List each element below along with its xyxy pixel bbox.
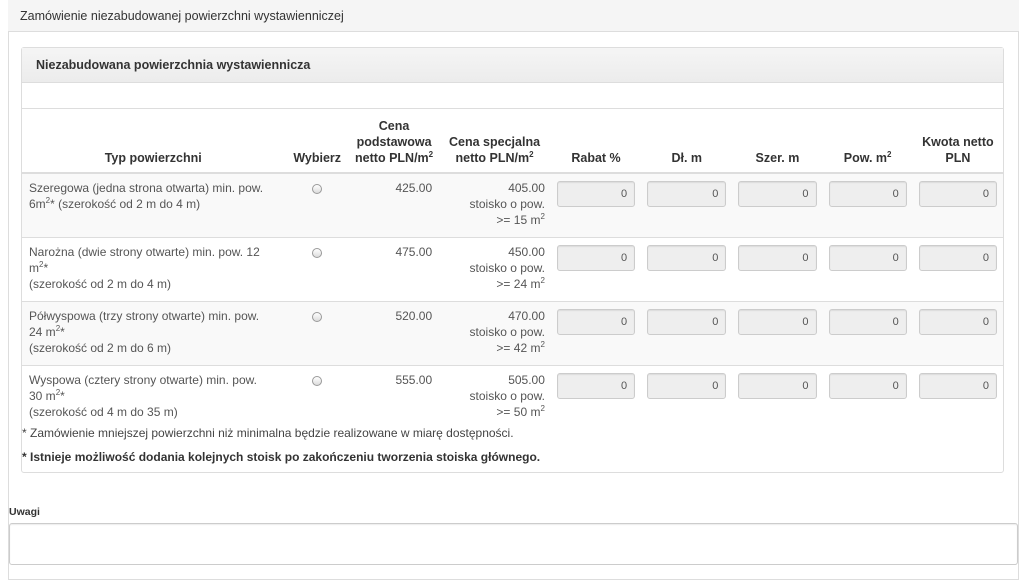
select-radio[interactable] xyxy=(312,247,323,258)
base-price-cell: 425.00 xyxy=(350,172,439,237)
select-cell xyxy=(284,172,350,237)
table-row: Narożna (dwie strony otwarte) min. pow. … xyxy=(22,236,1003,301)
base-price-cell: 520.00 xyxy=(350,300,439,365)
remarks-textarea[interactable] xyxy=(9,523,1018,565)
area-cell xyxy=(822,236,913,301)
base-price-cell: 475.00 xyxy=(350,236,439,301)
table-header-row: Typ powierzchni Wybierz Cena podstawowa … xyxy=(22,109,1003,174)
col-header-area: Pow. m2 xyxy=(822,109,913,174)
discount-cell xyxy=(550,364,642,429)
order-panel-title: Zamówienie niezabudowanej powierzchni wy… xyxy=(8,0,1019,32)
width-input[interactable] xyxy=(738,372,817,399)
discount-cell xyxy=(550,236,642,301)
width-cell xyxy=(732,300,823,365)
net-amount-cell xyxy=(912,364,1003,429)
table-row: Szeregowa (jedna strona otwarta) min. po… xyxy=(22,172,1003,237)
area-input[interactable] xyxy=(828,308,907,335)
length-cell xyxy=(641,236,733,301)
select-radio[interactable] xyxy=(312,375,323,386)
col-header-length: Dł. m xyxy=(641,109,733,174)
width-input[interactable] xyxy=(738,181,817,207)
area-input[interactable] xyxy=(828,244,907,271)
width-cell xyxy=(732,172,823,237)
net-amount-cell xyxy=(912,236,1003,301)
col-header-width: Szer. m xyxy=(732,109,823,174)
base-price-cell: 555.00 xyxy=(350,364,439,429)
discount-input[interactable] xyxy=(556,244,636,271)
area-input[interactable] xyxy=(828,181,907,207)
length-input[interactable] xyxy=(647,244,727,271)
select-radio[interactable] xyxy=(312,184,323,194)
net-amount-input[interactable] xyxy=(918,308,997,335)
length-cell xyxy=(641,364,733,429)
col-header-select: Wybierz xyxy=(284,109,350,174)
col-header-net-amount: Kwota netto PLN xyxy=(912,109,1003,174)
width-cell xyxy=(732,364,823,429)
area-cell xyxy=(822,300,913,365)
space-type-cell: Półwyspowa (trzy strony otwarte) min. po… xyxy=(22,300,285,365)
net-amount-cell xyxy=(912,300,1003,365)
length-input[interactable] xyxy=(647,181,727,207)
panel-spacer xyxy=(22,83,1003,109)
col-header-special-price: Cena specjalna netto PLN/m2 xyxy=(438,109,551,174)
exhibition-space-panel: Niezabudowana powierzchnia wystawiennicz… xyxy=(21,47,1004,473)
select-cell xyxy=(284,300,350,365)
additional-stands-note: * Istnieje możliwość dodania kolejnych s… xyxy=(22,450,541,464)
discount-cell xyxy=(550,300,642,365)
space-type-cell: Narożna (dwie strony otwarte) min. pow. … xyxy=(22,236,285,301)
space-type-cell: Szeregowa (jedna strona otwarta) min. po… xyxy=(22,172,285,237)
select-radio[interactable] xyxy=(312,311,323,322)
net-amount-input[interactable] xyxy=(918,372,997,399)
discount-input[interactable] xyxy=(556,372,636,399)
col-header-discount: Rabat % xyxy=(550,109,642,174)
width-input[interactable] xyxy=(738,244,817,271)
select-cell xyxy=(284,364,350,429)
special-price-cell: 405.00 stoisko o pow. >= 15 m2 xyxy=(438,172,551,237)
area-cell xyxy=(822,364,913,429)
net-amount-cell xyxy=(912,172,1003,237)
select-cell xyxy=(284,236,350,301)
length-cell xyxy=(641,172,733,237)
length-input[interactable] xyxy=(647,372,727,399)
minimum-area-note: * Zamówienie mniejszej powierzchni niż m… xyxy=(22,426,514,440)
remarks-label: Uwagi xyxy=(9,506,40,518)
table-row: Półwyspowa (trzy strony otwarte) min. po… xyxy=(22,300,1003,365)
net-amount-input[interactable] xyxy=(918,244,997,271)
length-cell xyxy=(641,300,733,365)
space-type-cell: Wyspowa (cztery strony otwarte) min. pow… xyxy=(22,364,285,429)
table-row: Wyspowa (cztery strony otwarte) min. pow… xyxy=(22,364,1003,429)
discount-cell xyxy=(550,172,642,237)
discount-input[interactable] xyxy=(556,181,636,207)
special-price-cell: 470.00 stoisko o pow. >= 42 m2 xyxy=(438,300,551,365)
exhibition-space-title: Niezabudowana powierzchnia wystawiennicz… xyxy=(22,48,1003,83)
col-header-type: Typ powierzchni xyxy=(22,109,285,174)
width-input[interactable] xyxy=(738,308,817,335)
net-amount-input[interactable] xyxy=(918,181,997,207)
area-input[interactable] xyxy=(828,372,907,399)
length-input[interactable] xyxy=(647,308,727,335)
width-cell xyxy=(732,236,823,301)
special-price-cell: 505.00 stoisko o pow. >= 50 m2 xyxy=(438,364,551,429)
area-cell xyxy=(822,172,913,237)
space-offer-table: Typ powierzchni Wybierz Cena podstawowa … xyxy=(22,109,1003,429)
special-price-cell: 450.00 stoisko o pow. >= 24 m2 xyxy=(438,236,551,301)
col-header-base-price: Cena podstawowa netto PLN/m2 xyxy=(350,109,439,174)
discount-input[interactable] xyxy=(556,308,636,335)
